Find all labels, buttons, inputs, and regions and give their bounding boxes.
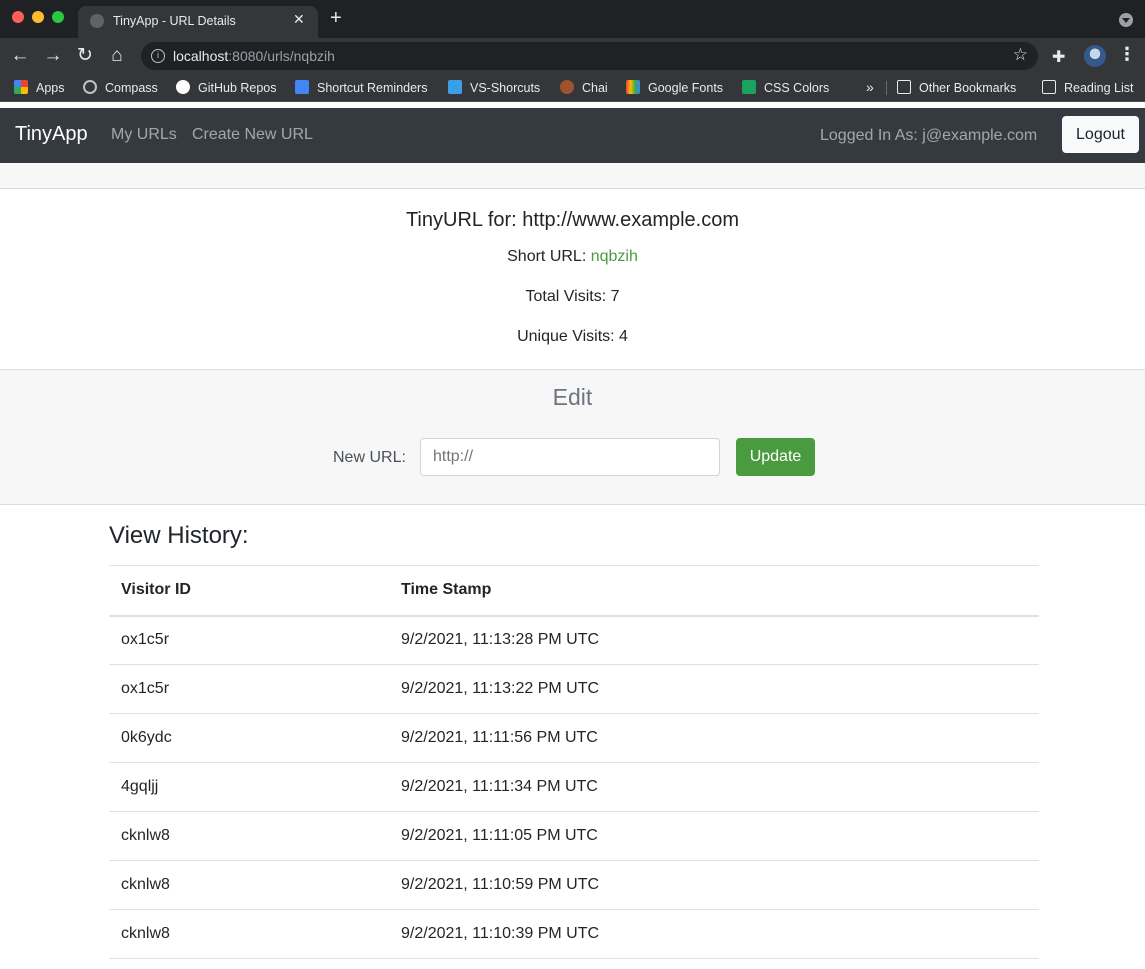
edit-title: Edit [552, 384, 593, 410]
column-header-visitor-id: Visitor ID [109, 565, 389, 617]
bookmark-github-repos[interactable]: GitHub Repos [176, 80, 277, 96]
folder-icon [897, 80, 911, 94]
new-url-label: New URL: [333, 449, 406, 466]
bookmarks-bar: Apps Compass GitHub Repos Shortcut Remin… [0, 74, 1145, 102]
unique-visits: Unique Visits: 4 [517, 328, 628, 345]
close-tab-icon[interactable]: ✕ [293, 11, 305, 28]
table-row: 4gqljj 9/2/2021, 11:11:34 PM UTC [109, 762, 1039, 812]
table-row: cknlw8 9/2/2021, 11:11:05 PM UTC [109, 811, 1039, 861]
google-fonts-icon [626, 80, 640, 94]
update-button[interactable]: Update [736, 438, 815, 476]
apps-grid-icon [14, 80, 28, 94]
minimize-window-icon[interactable] [32, 11, 44, 23]
chai-icon [560, 80, 574, 94]
app-navbar: TinyApp My URLs Create New URL Logged In… [0, 108, 1145, 163]
column-header-time-stamp: Time Stamp [389, 565, 1039, 617]
time-stamp-cell: 9/2/2021, 11:10:39 PM UTC [389, 909, 1039, 959]
page-title: TinyURL for: http://www.example.com [405, 209, 740, 231]
reading-list-icon [1042, 80, 1056, 94]
home-icon[interactable]: ⌂ [105, 44, 129, 68]
logout-button[interactable]: Logout [1062, 116, 1139, 153]
table-row: ox1c5r 9/2/2021, 11:13:22 PM UTC [109, 664, 1039, 714]
nav-my-urls[interactable]: My URLs [111, 126, 177, 144]
bookmark-google-fonts[interactable]: Google Fonts [626, 80, 723, 96]
table-row: 0k6ydc 9/2/2021, 11:11:56 PM UTC [109, 713, 1039, 763]
profile-avatar[interactable] [1084, 45, 1106, 67]
table-row: cknlw8 9/2/2021, 11:10:59 PM UTC [109, 860, 1039, 910]
time-stamp-cell: 9/2/2021, 11:10:59 PM UTC [389, 860, 1039, 910]
bookmark-star-icon[interactable]: ☆ [1013, 45, 1028, 65]
visitor-id-cell: cknlw8 [109, 909, 389, 959]
bookmark-chai[interactable]: Chai [560, 80, 608, 96]
short-url-link[interactable]: nqbzih [591, 248, 638, 265]
bookmark-css-colors[interactable]: CSS Colors [742, 80, 829, 96]
globe-icon [90, 14, 104, 28]
tab-title: TinyApp - URL Details [113, 14, 236, 28]
bookmark-vs-shortcuts[interactable]: VS-Shorcuts [448, 80, 540, 96]
visitor-id-cell: cknlw8 [109, 811, 389, 861]
address-bar[interactable]: i localhost:8080/urls/nqbzih ☆ [141, 42, 1038, 70]
visitor-id-cell: ox1c5r [109, 615, 389, 665]
css-colors-icon [742, 80, 756, 94]
browser-tab-strip: TinyApp - URL Details ✕ + [0, 0, 1145, 38]
bookmark-apps[interactable]: Apps [14, 80, 65, 96]
browser-tab[interactable]: TinyApp - URL Details ✕ [78, 6, 318, 38]
close-window-icon[interactable] [12, 11, 24, 23]
maximize-window-icon[interactable] [52, 11, 64, 23]
visitor-id-cell: cknlw8 [109, 860, 389, 910]
tab-search-icon[interactable] [1119, 13, 1133, 27]
docs-icon [295, 80, 309, 94]
time-stamp-cell: 9/2/2021, 11:11:05 PM UTC [389, 811, 1039, 861]
time-stamp-cell: 9/2/2021, 11:13:28 PM UTC [389, 615, 1039, 665]
logged-in-user: Logged In As: j@example.com [820, 127, 1038, 144]
extensions-puzzle-icon[interactable]: ✚ [1052, 47, 1070, 66]
app-brand[interactable]: TinyApp [15, 123, 88, 146]
bookmark-shortcut-reminders[interactable]: Shortcut Reminders [295, 80, 427, 96]
visitor-id-cell: 4gqljj [109, 762, 389, 812]
url-details: TinyURL for: http://www.example.com Shor… [0, 189, 1145, 369]
bookmark-compass[interactable]: Compass [83, 80, 158, 96]
browser-toolbar: ← → ↻ ⌂ i localhost:8080/urls/nqbzih ☆ ✚… [0, 38, 1145, 74]
table-row: cknlw8 9/2/2021, 11:10:39 PM UTC [109, 909, 1039, 959]
github-icon [176, 80, 190, 94]
edit-section: Edit New URL: Update [0, 369, 1145, 505]
table-header-row: Visitor ID Time Stamp [109, 565, 1039, 617]
new-url-input[interactable] [420, 438, 720, 476]
reading-list[interactable]: Reading List [1042, 80, 1134, 96]
other-bookmarks[interactable]: Other Bookmarks [897, 80, 1016, 96]
forward-arrow-icon[interactable]: → [41, 44, 65, 68]
browser-menu-icon[interactable]: ⋮ [1118, 44, 1136, 65]
time-stamp-cell: 9/2/2021, 11:11:34 PM UTC [389, 762, 1039, 812]
new-tab-icon[interactable]: + [330, 8, 342, 28]
visitor-id-cell: 0k6ydc [109, 713, 389, 763]
bookmarks-divider [886, 81, 887, 95]
time-stamp-cell: 9/2/2021, 11:13:22 PM UTC [389, 664, 1039, 714]
nav-create-new-url[interactable]: Create New URL [192, 126, 313, 144]
vscode-icon [448, 80, 462, 94]
address-url: localhost:8080/urls/nqbzih [173, 48, 335, 64]
time-stamp-cell: 9/2/2021, 11:11:56 PM UTC [389, 713, 1039, 763]
visitor-id-cell: ox1c5r [109, 664, 389, 714]
site-info-icon[interactable]: i [151, 49, 165, 63]
history-title: View History: [109, 522, 249, 549]
history-table: Visitor ID Time Stamp ox1c5r 9/2/2021, 11… [109, 565, 1039, 959]
compass-icon [83, 80, 97, 94]
table-row: ox1c5r 9/2/2021, 11:13:28 PM UTC [109, 615, 1039, 665]
more-bookmarks-icon[interactable]: » [866, 79, 874, 95]
back-arrow-icon[interactable]: ← [8, 44, 32, 68]
reload-icon[interactable]: ↻ [73, 44, 97, 68]
card-header [0, 163, 1145, 189]
short-url-line: Short URL: nqbzih [507, 248, 638, 265]
total-visits: Total Visits: 7 [525, 288, 620, 305]
